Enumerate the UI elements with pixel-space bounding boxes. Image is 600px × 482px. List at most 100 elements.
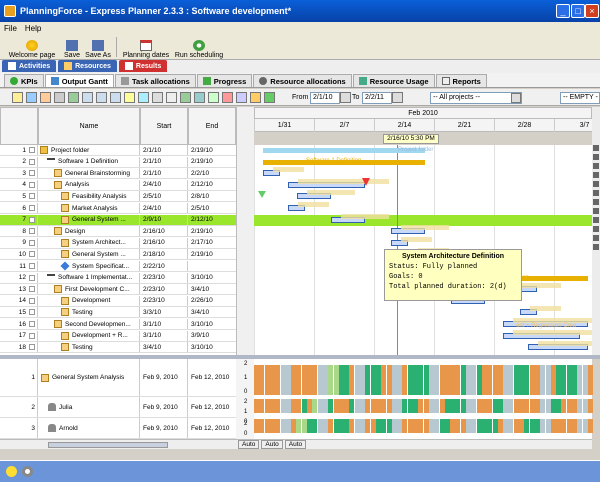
- welcome-page-button[interactable]: Welcome page: [8, 35, 56, 59]
- vtool-button-icon[interactable]: [593, 199, 599, 205]
- filter-icon[interactable]: [54, 92, 65, 103]
- horizontal-scrollbar[interactable]: [0, 439, 236, 449]
- vtool-button-icon[interactable]: [593, 226, 599, 232]
- column-header-end[interactable]: End: [188, 107, 236, 145]
- expand-icon[interactable]: [29, 286, 35, 293]
- table-row[interactable]: 2 Software 1 Definition 2/1/10 2/19/10: [0, 156, 236, 168]
- vtool-button-icon[interactable]: [593, 163, 599, 169]
- splitter[interactable]: [236, 107, 254, 355]
- zoom-in-icon[interactable]: [82, 92, 93, 103]
- table-row[interactable]: 5 Feasibility Analysis 2/5/10 2/8/10: [0, 191, 236, 203]
- table-row[interactable]: 4 Analysis 2/4/10 2/12/10: [0, 179, 236, 191]
- table-icon[interactable]: [152, 92, 163, 103]
- save-as-button[interactable]: Save As: [84, 35, 112, 59]
- vtool-button-icon[interactable]: [593, 172, 599, 178]
- resource-row[interactable]: 1 General System Analysis Feb 9, 2010 Feb 1…: [0, 359, 236, 397]
- to-date-input[interactable]: 2/2/11: [362, 92, 392, 104]
- table-row[interactable]: 16 Second Developmen... 3/1/10 3/10/10: [0, 319, 236, 330]
- resource-row[interactable]: 3 Arnold Feb 9, 2010 Feb 12, 2010: [0, 418, 236, 439]
- expand-icon[interactable]: [29, 158, 35, 165]
- tab-resource-allocations[interactable]: Resource allocations: [253, 74, 352, 87]
- save-button[interactable]: Save: [60, 35, 84, 59]
- star-icon[interactable]: [6, 466, 17, 477]
- pen-icon[interactable]: [250, 92, 261, 103]
- table-row[interactable]: 11 System Specificat... 2/22/10: [0, 261, 236, 272]
- resource-row[interactable]: 2 Julia Feb 9, 2010 Feb 12, 2010: [0, 397, 236, 418]
- level-icon[interactable]: [236, 92, 247, 103]
- expand-icon[interactable]: [29, 251, 35, 258]
- tab-output-gantt[interactable]: Output Gantt: [44, 74, 114, 87]
- table-row[interactable]: 7 General System ... 2/9/10 2/12/10: [0, 214, 236, 226]
- expand-icon[interactable]: [29, 309, 35, 316]
- expand-icon[interactable]: [29, 147, 35, 153]
- expand-icon[interactable]: [29, 297, 35, 304]
- zoom-fit-icon[interactable]: [110, 92, 121, 103]
- menu-help[interactable]: Help: [25, 24, 41, 33]
- expand-icon[interactable]: [29, 263, 35, 269]
- calendar-icon[interactable]: [392, 92, 403, 103]
- expand-icon[interactable]: [29, 274, 35, 281]
- column-header-start[interactable]: Start: [140, 107, 188, 145]
- run-scheduling-button[interactable]: Run scheduling: [174, 35, 224, 59]
- table-row[interactable]: 14 Development 2/23/10 2/26/10: [0, 295, 236, 307]
- tab-kpis[interactable]: KPIs: [4, 74, 44, 87]
- record-icon[interactable]: [22, 466, 33, 477]
- expand-icon[interactable]: [29, 181, 35, 188]
- expand-icon[interactable]: [29, 239, 35, 246]
- maximize-icon[interactable]: □: [571, 4, 585, 18]
- auto-button-1[interactable]: Auto: [238, 440, 260, 449]
- table-row[interactable]: 15 Testing 3/3/10 3/4/10: [0, 307, 236, 319]
- vtool-button-icon[interactable]: [593, 244, 599, 250]
- line-icon[interactable]: [180, 92, 191, 103]
- table-row[interactable]: 6 Market Analysis 2/4/10 2/5/10: [0, 203, 236, 214]
- expand-icon[interactable]: [29, 321, 35, 327]
- tab-activities[interactable]: Activities: [2, 60, 57, 72]
- vtool-button-icon[interactable]: [593, 154, 599, 160]
- expand-icon[interactable]: [29, 332, 35, 339]
- expand-icon[interactable]: [29, 216, 35, 223]
- minimize-icon[interactable]: _: [556, 4, 570, 18]
- vtool-button-icon[interactable]: [593, 145, 599, 151]
- table-row[interactable]: 8 Design 2/16/10 2/19/10: [0, 226, 236, 238]
- vtool-button-icon[interactable]: [593, 181, 599, 187]
- vtool-button-icon[interactable]: [593, 190, 599, 196]
- resource-icon[interactable]: [40, 92, 51, 103]
- refresh-icon[interactable]: [264, 92, 275, 103]
- expand-icon[interactable]: [29, 193, 35, 200]
- bar-icon[interactable]: [138, 92, 149, 103]
- comment-icon[interactable]: [124, 92, 135, 103]
- tab-resource-usage[interactable]: Resource Usage: [352, 74, 435, 87]
- flow-icon[interactable]: [208, 92, 219, 103]
- grid-icon[interactable]: [68, 92, 79, 103]
- expand-icon[interactable]: [29, 205, 35, 211]
- tab-resources[interactable]: Resources: [58, 60, 117, 72]
- expand-icon[interactable]: [29, 228, 35, 235]
- from-date-input[interactable]: 2/1/10: [310, 92, 340, 104]
- empty-filter-select[interactable]: -- EMPTY -: [560, 92, 600, 104]
- menu-file[interactable]: File: [4, 24, 17, 33]
- close-icon[interactable]: ×: [585, 4, 599, 18]
- tab-reports[interactable]: Reports: [435, 74, 487, 87]
- auto-button-2[interactable]: Auto: [261, 440, 283, 449]
- projects-filter-select[interactable]: -- All projects --: [430, 92, 522, 104]
- table-row[interactable]: 17 Development + R... 3/1/10 3/9/10: [0, 330, 236, 342]
- chevron-down-icon[interactable]: [511, 93, 521, 103]
- table-row[interactable]: 3 General Brainstorming 2/1/10 2/2/10: [0, 168, 236, 180]
- calendar-icon[interactable]: [340, 92, 351, 103]
- wave-icon[interactable]: [194, 92, 205, 103]
- tab-results[interactable]: Results: [118, 60, 168, 72]
- open-icon[interactable]: [12, 92, 23, 103]
- calendar-grid-icon[interactable]: [166, 92, 177, 103]
- planning-dates-button[interactable]: Planning dates: [122, 35, 170, 59]
- vtool-button-icon[interactable]: [593, 208, 599, 214]
- critical-icon[interactable]: [222, 92, 233, 103]
- table-row[interactable]: 9 System Architect... 2/16/10 2/17/10: [0, 237, 236, 249]
- auto-button-3[interactable]: Auto: [284, 440, 307, 449]
- table-row[interactable]: 10 General System ... 2/18/10 2/19/10: [0, 249, 236, 261]
- expand-icon[interactable]: [29, 170, 35, 177]
- vtool-button-icon[interactable]: [593, 217, 599, 223]
- table-row[interactable]: 18 Testing 3/4/10 3/10/10: [0, 342, 236, 354]
- tab-progress[interactable]: Progress: [196, 74, 253, 87]
- column-header-name[interactable]: Name: [38, 107, 140, 145]
- expand-icon[interactable]: [29, 344, 35, 351]
